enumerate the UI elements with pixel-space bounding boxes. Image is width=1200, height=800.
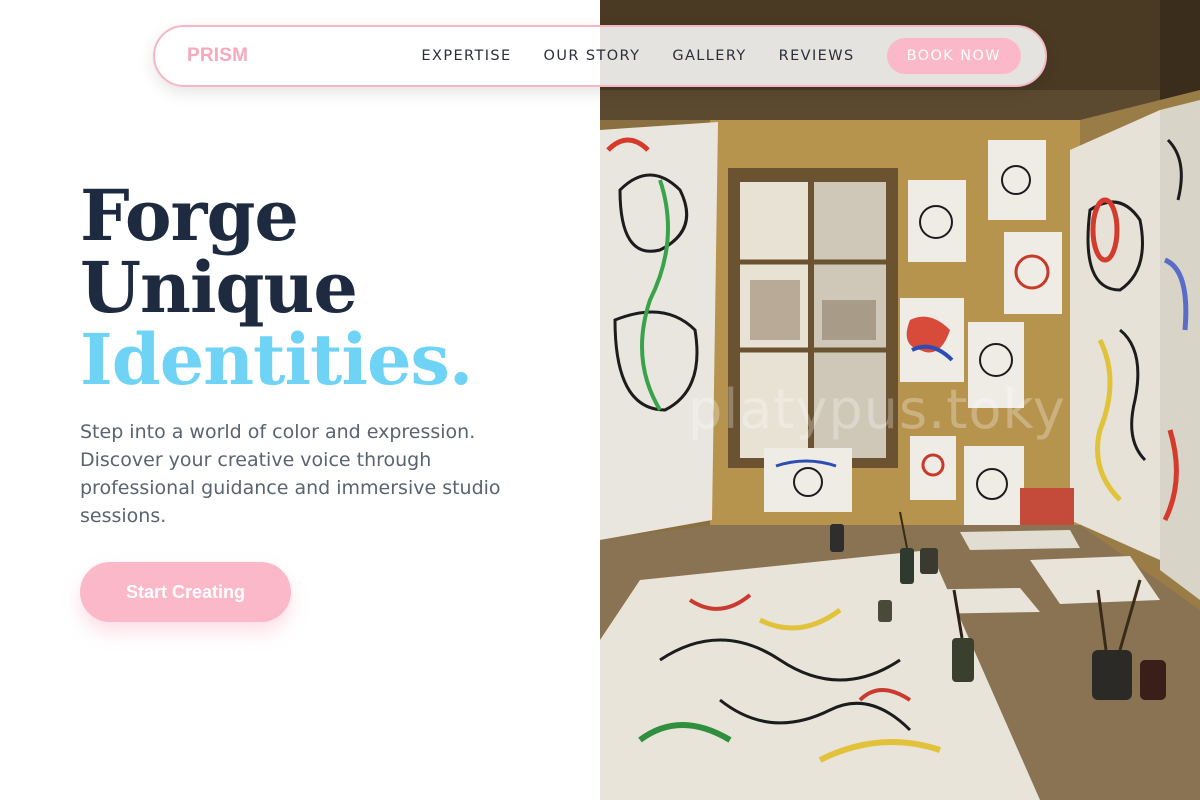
nav-link-gallery[interactable]: GALLERY	[672, 48, 746, 64]
headline-line-1: Forge	[80, 174, 299, 257]
hero-description: Step into a world of color and expressio…	[80, 421, 501, 527]
hero-image: platypus.toky	[600, 0, 1200, 800]
nav-links: EXPERTISE OUR STORY GALLERY REVIEWS BOOK…	[421, 38, 1021, 74]
headline-accent: Identities.	[80, 318, 473, 401]
nav-link-reviews[interactable]: REVIEWS	[779, 48, 855, 64]
art-studio-photo	[600, 0, 1200, 800]
main-navbar: PRISM EXPERTISE OUR STORY GALLERY REVIEW…	[153, 25, 1047, 87]
nav-link-our-story[interactable]: OUR STORY	[544, 48, 641, 64]
book-now-button[interactable]: BOOK NOW	[886, 38, 1021, 74]
hero-headline: Forge Unique Identities.	[80, 174, 473, 401]
nav-link-expertise[interactable]: EXPERTISE	[421, 48, 511, 64]
start-creating-button[interactable]: Start Creating	[80, 562, 291, 622]
brand-logo[interactable]: PRISM	[187, 45, 248, 67]
headline-line-2: Unique	[80, 246, 358, 329]
